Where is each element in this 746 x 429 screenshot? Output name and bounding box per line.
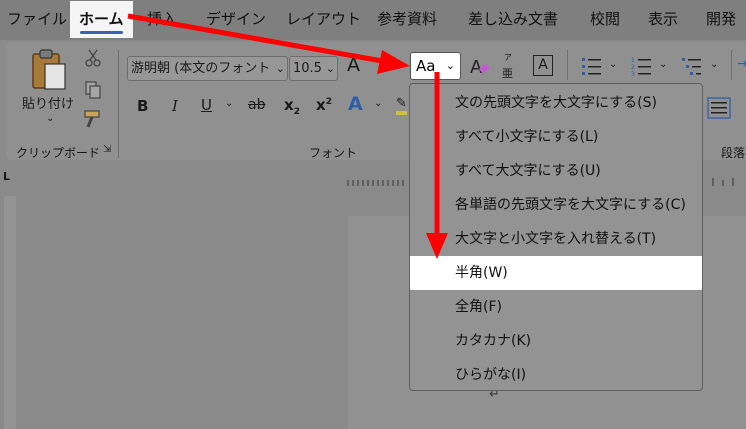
annotation-arrows — [127, 13, 448, 259]
arrow-home-to-case-head — [377, 50, 410, 74]
arrow-case-to-menu-head — [426, 233, 448, 259]
arrow-home-to-case-line — [127, 13, 389, 65]
